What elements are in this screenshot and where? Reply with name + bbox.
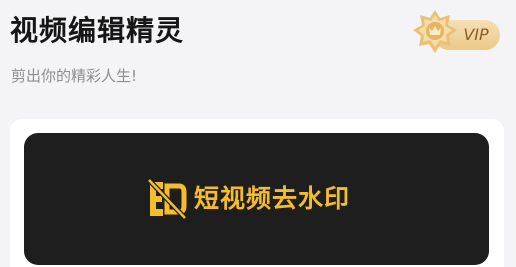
app-subtitle: 剪出你的精彩人生! — [11, 67, 138, 85]
remove-watermark-label: 短视频去水印 — [194, 184, 351, 213]
app-title: 视频编辑精灵 — [10, 14, 185, 47]
vip-badge[interactable]: VIP — [412, 4, 504, 62]
vip-label: VIP — [463, 25, 489, 44]
vip-crown-emblem-icon — [413, 10, 457, 53]
home-screen: 视频编辑精灵 剪出你的精彩人生! VIP 短视频去水印 — [0, 0, 516, 267]
watermark-remove-icon — [147, 178, 187, 220]
